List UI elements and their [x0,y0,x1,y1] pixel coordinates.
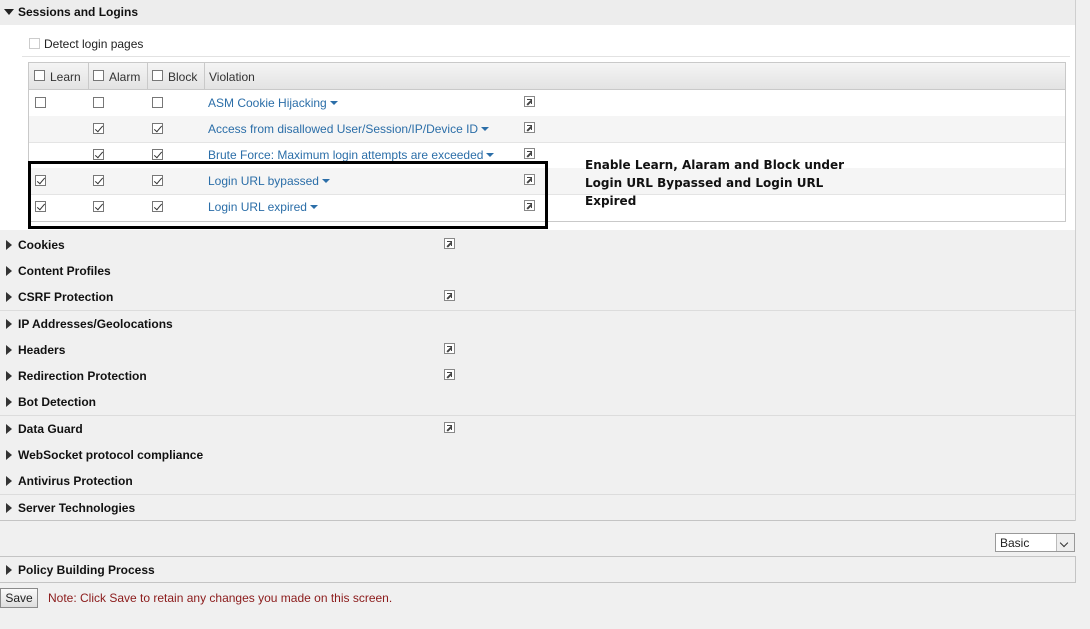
alarm-checkbox[interactable] [93,97,104,108]
block-checkbox[interactable] [152,149,163,160]
section-row-antivirus[interactable]: Antivirus Protection [0,468,1075,495]
external-link-icon[interactable] [524,96,535,107]
section-row-server-technologies[interactable]: Server Technologies [0,495,1075,521]
chevron-down-icon[interactable] [1056,534,1074,551]
dropdown-caret-icon[interactable] [481,127,490,131]
section-label: Bot Detection [18,395,96,409]
sessions-section-title: Sessions and Logins [18,5,139,19]
expand-triangle-icon [6,476,12,486]
external-link-icon[interactable] [524,148,535,159]
detect-login-checkbox[interactable] [29,38,40,49]
annotation-text: Enable Learn, Alaram and Block under Log… [585,156,845,210]
expand-triangle-icon [6,240,12,250]
collapse-triangle-icon [4,9,14,15]
learn-all-checkbox[interactable] [34,70,45,81]
external-link-icon[interactable] [444,290,455,301]
block-checkbox[interactable] [152,123,163,134]
section-row-content-profiles[interactable]: Content Profiles [0,258,1075,285]
section-row-csrf-protection[interactable]: CSRF Protection [0,284,1075,311]
section-row-websocket[interactable]: WebSocket protocol compliance [0,442,1075,469]
section-row-policy-building[interactable]: Policy Building Process [0,557,1076,583]
expand-triangle-icon [6,450,12,460]
section-row-headers[interactable]: Headers [0,337,1075,364]
expand-triangle-icon [6,371,12,381]
table-header: Learn Alarm Block Violation [29,63,1065,90]
policy-mode-select[interactable]: Basic [995,533,1075,552]
section-label: IP Addresses/Geolocations [18,317,173,331]
annotation-line: Enable Learn, Alaram and Block under [585,158,845,172]
section-label: Content Profiles [18,264,111,278]
alarm-checkbox[interactable] [93,123,104,134]
alarm-all-checkbox[interactable] [93,70,104,81]
expand-triangle-icon [6,565,12,575]
violation-link[interactable]: Brute Force: Maximum login attempts are … [208,148,495,162]
external-link-icon[interactable] [524,122,535,133]
expand-triangle-icon [6,266,12,276]
section-label: Policy Building Process [18,563,155,577]
block-checkbox[interactable] [152,97,163,108]
expand-triangle-icon [6,397,12,407]
block-all-checkbox[interactable] [152,70,163,81]
expand-triangle-icon [6,345,12,355]
annotation-highlight-box [28,161,548,229]
save-button[interactable]: Save [0,588,38,608]
section-label: Data Guard [18,422,83,436]
annotation-line: Expired [585,194,637,208]
expand-triangle-icon [6,424,12,434]
expand-triangle-icon [6,319,12,329]
section-row-bot-detection[interactable]: Bot Detection [0,389,1075,416]
dropdown-caret-icon[interactable] [486,153,495,157]
detect-login-label: Detect login pages [44,37,144,51]
section-label: CSRF Protection [18,290,114,304]
dropdown-caret-icon[interactable] [329,101,338,105]
external-link-icon[interactable] [444,238,455,249]
external-link-icon[interactable] [444,422,455,433]
section-label: Antivirus Protection [18,474,133,488]
violation-column-header: Violation [209,70,255,84]
expand-triangle-icon [6,503,12,513]
expand-triangle-icon [6,292,12,302]
external-link-icon[interactable] [444,343,455,354]
section-label: Headers [18,343,66,357]
table-row: ASM Cookie Hijacking [29,90,1065,117]
section-row-redirection-protection[interactable]: Redirection Protection [0,363,1075,390]
table-row: Access from disallowed User/Session/IP/D… [29,116,1065,143]
divider [1075,0,1076,521]
alarm-checkbox[interactable] [93,149,104,160]
violation-link[interactable]: ASM Cookie Hijacking [208,96,338,110]
save-note: Note: Click Save to retain any changes y… [48,591,393,605]
section-label: Redirection Protection [18,369,147,383]
section-row-data-guard[interactable]: Data Guard [0,416,1075,443]
external-link-icon[interactable] [444,369,455,380]
divider [22,56,1070,57]
section-label: Cookies [18,238,65,252]
section-label: WebSocket protocol compliance [18,448,204,462]
section-label: Server Technologies [18,501,136,515]
violation-link[interactable]: Access from disallowed User/Session/IP/D… [208,122,490,136]
sessions-section-header[interactable]: Sessions and Logins [0,0,1075,26]
section-row-cookies[interactable]: Cookies [0,232,1075,259]
annotation-line: Login URL Bypassed and Login URL [585,176,824,190]
learn-column-header: Learn [50,70,81,84]
learn-checkbox[interactable] [35,97,46,108]
policy-mode-value: Basic [1000,536,1030,550]
alarm-column-header: Alarm [109,70,141,84]
block-column-header: Block [168,70,198,84]
section-row-ip-addresses[interactable]: IP Addresses/Geolocations [0,311,1075,338]
